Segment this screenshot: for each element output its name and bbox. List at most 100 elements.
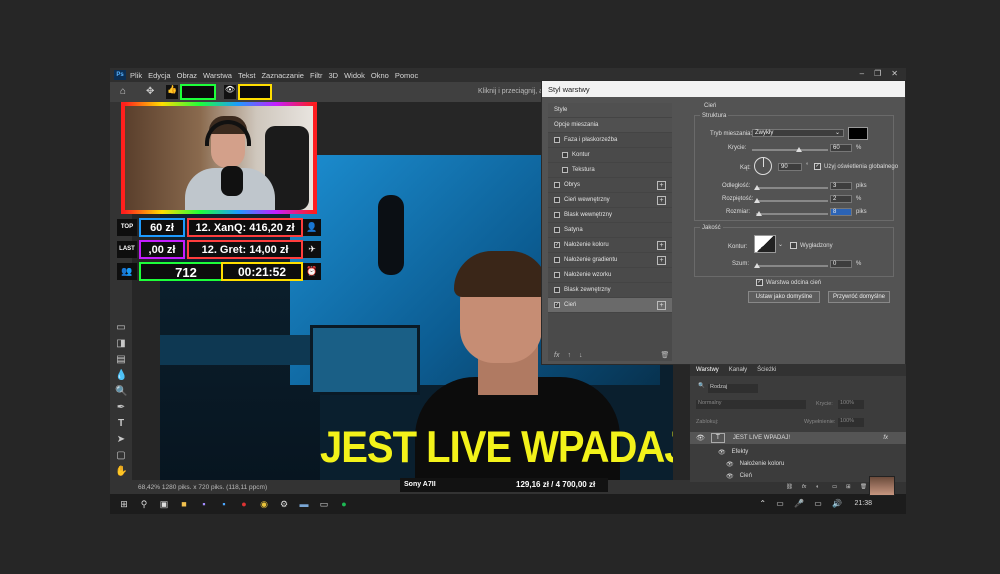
move-up-icon[interactable]: ↑ [567, 352, 571, 359]
spread-slider[interactable] [756, 200, 828, 202]
shadow-color-swatch[interactable] [848, 127, 868, 140]
layer-effect-color-overlay[interactable]: 👁 Nałożenie koloru [690, 458, 906, 470]
blur-tool-icon[interactable]: 💧 [115, 370, 127, 382]
style-item[interactable]: ✓ Cień + [548, 298, 672, 313]
layer-row-text[interactable]: 👁 T JEST LIVE WPADAJ! fx [690, 432, 906, 444]
noise-slider[interactable] [756, 265, 828, 267]
style-item[interactable]: Satyna [548, 223, 672, 238]
eye-icon[interactable]: 👁 [696, 434, 705, 442]
opacity-slider[interactable] [752, 149, 828, 151]
menu-help[interactable]: Pomoc [395, 71, 418, 80]
settings-icon[interactable]: ⚙ [278, 498, 290, 510]
style-item[interactable]: Blask zewnętrzny [548, 283, 672, 298]
premiere-icon[interactable]: ▪ [198, 498, 210, 510]
tab-paths[interactable]: Ścieżki [757, 367, 776, 373]
size-slider[interactable] [756, 213, 828, 215]
style-checkbox[interactable] [554, 137, 560, 143]
app-blue-icon[interactable]: ▬ [298, 498, 310, 510]
style-item[interactable]: Opcje mieszania [548, 118, 672, 133]
task-view-icon[interactable]: ▣ [158, 498, 170, 510]
style-item[interactable]: Kontur [548, 148, 672, 163]
add-style-icon[interactable]: + [657, 256, 666, 265]
link-icon[interactable]: ⛓ [786, 484, 793, 490]
search-icon[interactable]: ⚲ [138, 498, 150, 510]
spread-slider-thumb[interactable] [754, 198, 760, 203]
style-item[interactable]: Tekstura [548, 163, 672, 178]
distance-slider[interactable] [756, 187, 828, 189]
file-explorer-icon[interactable]: ■ [178, 498, 190, 510]
layer-effects-row[interactable]: 👁 Efekty [690, 446, 906, 458]
global-light-checkbox[interactable]: ✓ [814, 163, 821, 170]
add-style-icon[interactable]: + [657, 181, 666, 190]
menu-view[interactable]: Widok [344, 71, 365, 80]
distance-field[interactable]: 3 [830, 182, 852, 190]
folder-icon[interactable]: ▭ [318, 498, 330, 510]
style-checkbox[interactable] [562, 167, 568, 173]
trash-icon[interactable]: 🗑 [660, 351, 669, 359]
eye-icon[interactable]: 👁 [726, 461, 734, 468]
contour-chevron-icon[interactable]: ⌄ [778, 241, 783, 248]
style-checkbox[interactable] [554, 197, 560, 203]
style-item[interactable]: Obrys + [548, 178, 672, 193]
close-icon[interactable]: ✕ [891, 69, 898, 78]
fx-icon[interactable]: fx [554, 352, 559, 359]
contour-preview[interactable] [754, 235, 776, 253]
add-style-icon[interactable]: + [657, 196, 666, 205]
delete-layer-icon[interactable]: 🗑 [860, 484, 867, 490]
style-checkbox[interactable]: ✓ [554, 302, 560, 308]
move-down-icon[interactable]: ↓ [579, 352, 583, 359]
menu-select[interactable]: Zaznaczanie [261, 71, 304, 80]
menu-type[interactable]: Tekst [238, 71, 256, 80]
add-style-icon[interactable]: + [657, 301, 666, 310]
eraser-tool-icon[interactable]: ◨ [115, 338, 127, 350]
menu-filter[interactable]: Filtr [310, 71, 323, 80]
size-slider-thumb[interactable] [756, 211, 762, 216]
style-checkbox[interactable] [554, 287, 560, 293]
reset-default-button[interactable]: Przywróć domyślne [828, 291, 890, 303]
pen-tool-icon[interactable]: ✒ [115, 402, 127, 414]
style-checkbox[interactable] [562, 152, 568, 158]
gradient-tool-icon[interactable]: ▤ [115, 354, 127, 366]
app-red-icon[interactable]: ● [238, 498, 250, 510]
style-item[interactable]: Nałożenie wzorku [548, 268, 672, 283]
style-checkbox[interactable] [554, 212, 560, 218]
new-layer-icon[interactable]: ⊞ [846, 484, 851, 490]
distance-slider-thumb[interactable] [754, 185, 760, 190]
make-default-button[interactable]: Ustaw jako domyślne [748, 291, 820, 303]
home-icon[interactable]: ⌂ [120, 86, 126, 97]
mask-icon[interactable]: ◐ [816, 484, 819, 490]
noise-field[interactable]: 0 [830, 260, 852, 268]
new-group-icon[interactable]: ▭ [832, 484, 837, 490]
fx-add-icon[interactable]: fx [802, 484, 806, 490]
menu-layer[interactable]: Warstwa [203, 71, 232, 80]
style-checkbox[interactable] [554, 257, 560, 263]
spotify-icon[interactable]: ● [338, 498, 350, 510]
opacity-field[interactable]: 60 [830, 144, 852, 152]
move-tool-icon[interactable]: ✥ [146, 86, 154, 97]
add-style-icon[interactable]: + [657, 241, 666, 250]
marquee-tool-icon[interactable]: ▭ [115, 322, 127, 334]
angle-dial[interactable] [754, 157, 772, 175]
layer-blend-select[interactable]: Normalny [696, 400, 806, 409]
blend-mode-select[interactable]: Zwykły ⌄ [752, 129, 844, 137]
eye-icon[interactable]: 👁 [726, 473, 734, 480]
angle-field[interactable]: 90 [778, 163, 802, 171]
style-item[interactable]: Style [548, 103, 672, 118]
style-item[interactable]: Cień wewnętrzny + [548, 193, 672, 208]
size-field[interactable]: 8 [830, 208, 852, 216]
opacity-slider-thumb[interactable] [796, 147, 802, 152]
noise-slider-thumb[interactable] [754, 263, 760, 268]
layer-opacity-field[interactable]: 100% [838, 400, 864, 409]
menu-window[interactable]: Okno [371, 71, 389, 80]
layer-kind-filter[interactable]: Rodzaj [708, 384, 758, 393]
menu-3d[interactable]: 3D [328, 71, 338, 80]
style-checkbox[interactable] [554, 182, 560, 188]
eye-icon[interactable]: 👁 [718, 449, 726, 456]
tab-channels[interactable]: Kanały [729, 367, 747, 373]
menu-edit[interactable]: Edycja [148, 71, 171, 80]
style-checkbox[interactable] [554, 227, 560, 233]
menu-image[interactable]: Obraz [177, 71, 197, 80]
antialias-checkbox[interactable] [790, 242, 797, 249]
spread-field[interactable]: 2 [830, 195, 852, 203]
minimize-icon[interactable]: – [860, 69, 864, 78]
